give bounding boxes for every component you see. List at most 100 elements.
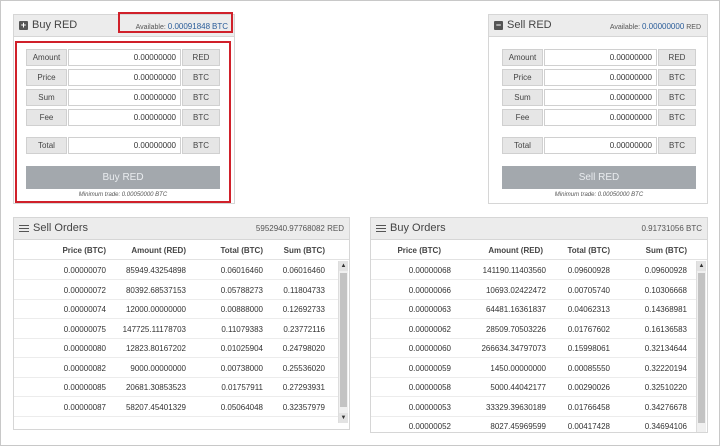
total-cell: 0.01767602 — [567, 324, 610, 334]
table-row[interactable]: 0.00000062 28509.70503226 0.01767602 0.1613… — [371, 320, 696, 339]
price-cell: 0.00000072 — [63, 285, 106, 295]
sell-panel: − Sell RED Available: 0.00000000 RED Amo… — [488, 14, 708, 204]
amount-cell: 12823.80167202 — [125, 344, 186, 353]
price-cell: 0.00000074 — [63, 305, 106, 314]
price-cell: 0.00000058 — [408, 383, 451, 392]
sum-cell: 0.16136583 — [644, 324, 687, 334]
sum-cell: 0.34694106 — [644, 422, 687, 431]
sell-orders-scrollbar[interactable]: ▲ ▼ — [338, 261, 348, 423]
total-cell: 0.05064048 — [220, 402, 263, 412]
sum-cell: 0.23772116 — [283, 324, 325, 334]
sum-label: Sum — [502, 89, 543, 106]
price-cell: 0.00000052 — [408, 422, 451, 431]
sum-input[interactable]: 0.00000000 — [544, 89, 657, 106]
buy-orders-scrollbar[interactable]: ▲ — [696, 261, 706, 432]
amount-cell: 141190.11403560 — [482, 266, 546, 275]
amount-cell: 33329.39630189 — [485, 402, 546, 412]
total-cell: 0.15998061 — [567, 344, 610, 353]
list-icon — [19, 224, 29, 233]
fee-unit: BTC — [658, 109, 696, 126]
buy-orders-total: 0.91731056 BTC — [641, 224, 703, 233]
table-row[interactable]: 0.00000074 12000.00000000 0.00888000 0.1269… — [14, 300, 338, 319]
amount-cell: 10693.02422472 — [485, 285, 546, 295]
amount-cell: 147725.11178703 — [122, 324, 186, 334]
table-row[interactable]: 0.00000059 1450.00000000 0.00085550 0.32220… — [371, 359, 696, 378]
buy-form-highlight — [15, 41, 231, 203]
col-price[interactable]: Price (BTC) — [371, 246, 441, 255]
total-cell: 0.00417428 — [567, 422, 610, 431]
table-row[interactable]: 0.00000087 58207.45401329 0.05064048 0.3235… — [14, 398, 338, 417]
col-amount[interactable]: Amount (RED) — [106, 246, 186, 255]
price-cell: 0.00000062 — [408, 324, 451, 334]
scroll-thumb[interactable] — [698, 273, 705, 423]
col-amount[interactable]: Amount (RED) — [441, 246, 543, 255]
total-cell: 0.05788273 — [220, 285, 263, 295]
col-total[interactable]: Total (BTC) — [543, 246, 610, 255]
price-unit: BTC — [658, 69, 696, 86]
buy-orders-panel: Buy Orders 0.91731056 BTC Price (BTC) Am… — [370, 217, 708, 433]
sell-total-row: Total 0.00000000 BTC — [502, 137, 696, 154]
buy-orders-table-header: Price (BTC) Amount (RED) Total (BTC) Sum… — [371, 241, 707, 260]
total-cell: 0.00085550 — [567, 363, 610, 373]
amount-label: Amount — [502, 49, 543, 66]
sell-amount-row: Amount 0.00000000 RED — [502, 49, 696, 66]
col-total[interactable]: Total (BTC) — [186, 246, 263, 255]
amount-cell: 64481.16361837 — [485, 305, 546, 314]
scroll-down-arrow-icon[interactable]: ▼ — [339, 413, 348, 423]
available-balance-highlight — [118, 12, 233, 33]
price-input[interactable]: 0.00000000 — [544, 69, 657, 86]
amount-unit: RED — [658, 49, 696, 66]
table-row[interactable]: 0.00000085 20681.30853523 0.01757911 0.2729… — [14, 378, 338, 397]
sell-orders-header: Sell Orders 5952940.97768082 RED — [14, 218, 349, 240]
table-row[interactable]: 0.00000066 10693.02422472 0.00705740 0.1030… — [371, 281, 696, 300]
list-icon — [376, 224, 386, 233]
total-unit: BTC — [658, 137, 696, 154]
total-cell: 0.11079383 — [221, 324, 263, 334]
sum-cell: 0.09600928 — [644, 266, 687, 275]
amount-cell: 20681.30853523 — [125, 383, 186, 392]
table-row[interactable]: 0.00000068 141190.11403560 0.09600928 0.096… — [371, 261, 696, 280]
total-cell: 0.00888000 — [220, 305, 263, 314]
fee-input[interactable]: 0.00000000 — [544, 109, 657, 126]
amount-cell: 266634.34797073 — [481, 344, 546, 353]
table-row[interactable]: 0.00000053 33329.39630189 0.01766458 0.3427… — [371, 398, 696, 417]
sum-cell: 0.11804733 — [283, 285, 325, 295]
table-row[interactable]: 0.00000072 80392.68537153 0.05788273 0.1180… — [14, 281, 338, 300]
amount-cell: 5000.44042177 — [490, 383, 546, 392]
scroll-up-arrow-icon[interactable]: ▲ — [339, 261, 348, 271]
sum-cell: 0.32134644 — [644, 344, 687, 353]
table-row[interactable]: 0.00000080 12823.80167202 0.01025904 0.2479… — [14, 339, 338, 358]
price-cell: 0.00000053 — [408, 402, 451, 412]
table-row[interactable]: 0.00000075 147725.11178703 0.11079383 0.237… — [14, 320, 338, 339]
table-row[interactable]: 0.00000052 8027.45969599 0.00417428 0.34694… — [371, 417, 696, 432]
col-price[interactable]: Price (BTC) — [14, 246, 106, 255]
total-cell: 0.01025904 — [220, 344, 263, 353]
table-row[interactable]: 0.00000058 5000.44042177 0.00290026 0.32510… — [371, 378, 696, 397]
col-sum[interactable]: Sum (BTC) — [610, 246, 687, 255]
price-cell: 0.00000059 — [408, 363, 451, 373]
sum-cell: 0.12692733 — [282, 305, 325, 314]
amount-cell: 58207.45401329 — [125, 402, 186, 412]
amount-cell: 9000.00000000 — [130, 363, 186, 373]
buy-panel-title: + Buy RED — [19, 19, 77, 31]
table-row[interactable]: 0.00000070 85949.43254898 0.06016460 0.0601… — [14, 261, 338, 280]
sum-cell: 0.32220194 — [644, 363, 687, 373]
amount-cell: 85949.43254898 — [125, 266, 186, 275]
table-row[interactable]: 0.00000082 9000.00000000 0.00738000 0.25536… — [14, 359, 338, 378]
table-row[interactable]: 0.00000060 266634.34797073 0.15998061 0.321… — [371, 339, 696, 358]
sell-red-button[interactable]: Sell RED — [502, 166, 696, 189]
col-sum[interactable]: Sum (BTC) — [263, 246, 325, 255]
total-cell: 0.00705740 — [567, 285, 610, 295]
sell-orders-title: Sell Orders — [19, 222, 88, 234]
scroll-thumb[interactable] — [340, 273, 347, 407]
amount-cell: 80392.68537153 — [125, 285, 186, 295]
scroll-up-arrow-icon[interactable]: ▲ — [697, 261, 706, 271]
total-input[interactable]: 0.00000000 — [544, 137, 657, 154]
table-row[interactable]: 0.00000063 64481.16361837 0.04062313 0.1436… — [371, 300, 696, 319]
amount-input[interactable]: 0.00000000 — [544, 49, 657, 66]
price-cell: 0.00000063 — [408, 305, 451, 314]
total-cell: 0.01757911 — [221, 383, 263, 392]
total-cell: 0.04062313 — [567, 305, 610, 314]
total-cell: 0.09600928 — [567, 266, 610, 275]
fee-label: Fee — [502, 109, 543, 126]
